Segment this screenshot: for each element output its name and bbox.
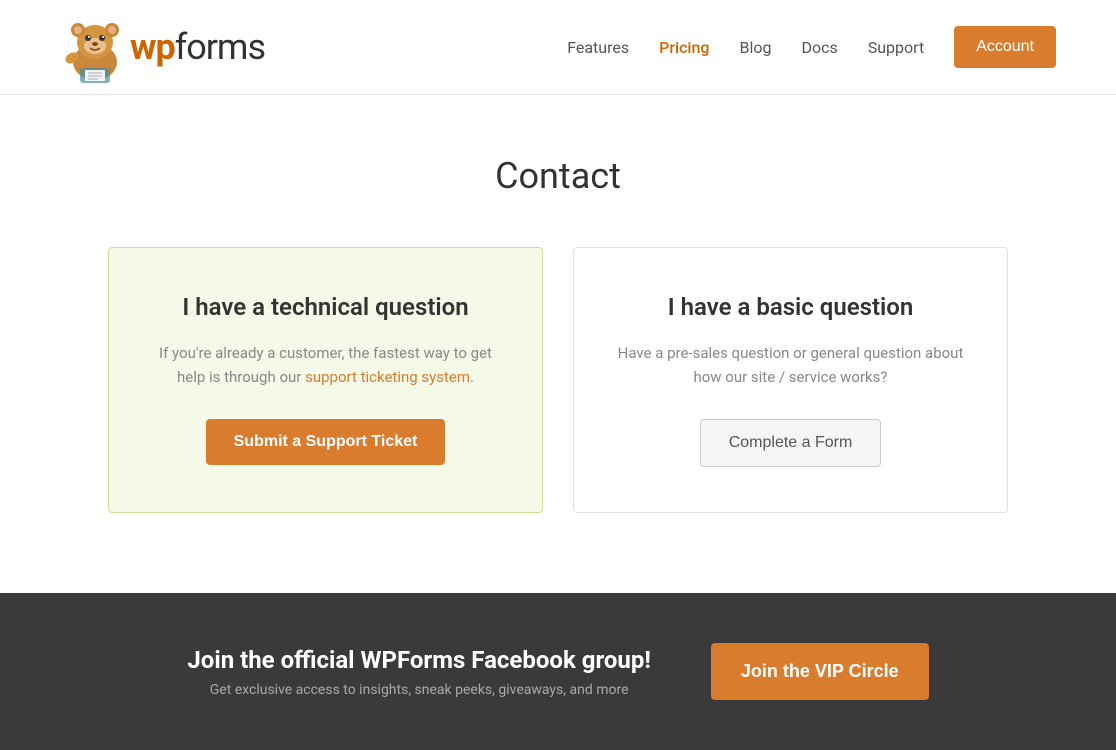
footer-cta-section: Join the official WPForms Facebook group…	[0, 593, 1116, 750]
footer-cta-title: Join the official WPForms Facebook group…	[187, 646, 650, 674]
nav-features[interactable]: Features	[567, 38, 629, 57]
nav-docs[interactable]: Docs	[801, 38, 837, 57]
technical-card-title: I have a technical question	[149, 293, 502, 321]
contact-cards: I have a technical question If you're al…	[108, 247, 1008, 513]
account-button[interactable]: Account	[954, 26, 1056, 68]
site-header: wpforms Features Pricing Blog Docs Suppo…	[0, 0, 1116, 95]
submit-support-ticket-button[interactable]: Submit a Support Ticket	[206, 419, 446, 465]
footer-cta-text: Join the official WPForms Facebook group…	[187, 646, 650, 698]
main-content: Contact I have a technical question If y…	[0, 95, 1116, 593]
technical-card-description: If you're already a customer, the fastes…	[149, 341, 502, 389]
page-title: Contact	[80, 155, 1036, 197]
technical-question-card: I have a technical question If you're al…	[108, 247, 543, 513]
nav-pricing[interactable]: Pricing	[659, 38, 709, 57]
join-vip-circle-button[interactable]: Join the VIP Circle	[711, 643, 929, 700]
complete-form-button[interactable]: Complete a Form	[700, 419, 882, 467]
logo-text: wpforms	[130, 26, 265, 68]
basic-question-card: I have a basic question Have a pre-sales…	[573, 247, 1008, 513]
nav-blog[interactable]: Blog	[739, 38, 771, 57]
footer-cta-subtitle: Get exclusive access to insights, sneak …	[187, 682, 650, 698]
logo[interactable]: wpforms	[60, 10, 265, 85]
main-nav: Features Pricing Blog Docs Support Accou…	[567, 26, 1056, 68]
basic-card-description: Have a pre-sales question or general que…	[614, 341, 967, 389]
support-ticketing-link[interactable]: support ticketing system	[305, 368, 470, 386]
basic-card-title: I have a basic question	[614, 293, 967, 321]
nav-support[interactable]: Support	[868, 38, 924, 57]
bear-mascot-icon	[60, 10, 130, 85]
